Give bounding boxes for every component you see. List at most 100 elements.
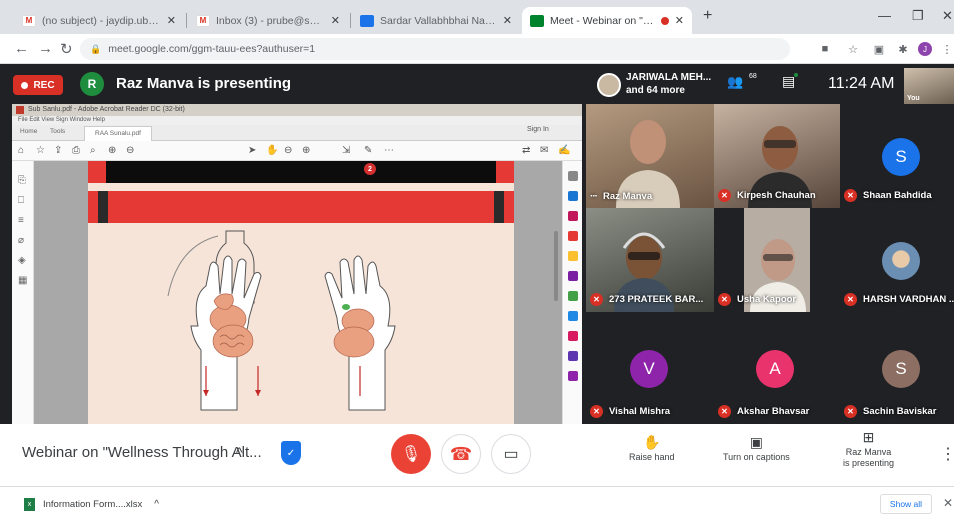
camera-toggle-button[interactable]: ▭ [491,434,531,474]
more-options-icon[interactable]: ··· [590,191,598,202]
mic-off-icon: ✕ [844,405,857,418]
share-icon: ⇄ [522,145,531,156]
extension-icon[interactable]: ▣ [872,42,886,56]
pdf-scrollbar[interactable] [554,231,558,301]
close-window-button[interactable]: ✕ [942,8,953,24]
acrobat-tabs: Home Tools RAA Sunalu.pdf [12,125,582,141]
sign-icon: ✍ [558,145,571,156]
forward-button[interactable]: → [38,40,53,57]
pages-icon: ⎘ [18,175,26,186]
star-icon: ☆ [36,145,45,156]
pdf-page: 2 [88,161,514,424]
close-tab-icon[interactable]: ✕ [331,14,340,27]
close-tab-icon[interactable]: ✕ [167,14,176,27]
url-text: meet.google.com/ggm-tauu-ees?authuser=1 [108,43,316,55]
participant-name: Akshar Bhavsar [737,406,810,417]
comment-tool-icon [568,251,578,261]
raise-hand-button[interactable]: ✋ Raise hand [629,435,675,463]
browser-tab[interactable]: M Inbox (3) - prube@scet.ac.in - S... ✕ [188,7,348,34]
chevron-up-icon[interactable]: ^ [154,499,159,510]
participants-avatar[interactable] [597,73,621,97]
mic-off-icon: ✕ [718,189,731,202]
participant-tile[interactable]: ✕ Usha Kapoor [714,208,840,312]
camera-permission-icon[interactable]: ■ [818,42,832,56]
comment-icon: ✎ [364,145,373,156]
reload-button[interactable]: ↻ [60,40,73,58]
acrobat-sign-in: Sign In [527,126,549,133]
browser-tab-active[interactable]: Meet - Webinar on "Welln... ✕ [522,7,692,34]
edit-tool-icon [568,231,578,241]
recording-badge: REC [13,75,63,95]
show-all-button[interactable]: Show all [880,494,932,514]
download-item[interactable]: x Information Form....xlsx ^ [24,498,159,511]
new-tab-button[interactable]: + [703,7,712,25]
participant-name-row: ✕ 273 PRATEEK BAR... [590,293,703,306]
mic-off-icon: ✕ [718,405,731,418]
tab-title: Inbox (3) - prube@scet.ac.in - S... [216,14,325,27]
puzzle-extensions-icon[interactable]: ✱ [896,42,910,56]
participant-tile[interactable]: ··· Raz Manva [586,104,714,208]
self-label: You [907,95,920,102]
participant-name-row: ✕ Usha Kapoor [718,293,796,306]
print-icon: ⎙ [72,145,80,156]
search-tool-icon [568,171,578,181]
close-icon[interactable]: ✕ [943,496,953,510]
acrobat-left-rail: ⎘ ⎕ ≡ ⌀ ◈ ▦ [12,161,34,424]
more-tools-icon: ⋯ [384,145,394,156]
shared-screen[interactable]: Sub Sanlu.pdf - Adobe Acrobat Reader DC … [12,104,582,424]
participant-name-row: ✕ HARSH VARDHAN ... [844,293,954,306]
participants-summary[interactable]: JARIWALA MEH... and 64 more [626,71,711,97]
participant-tile[interactable]: S ✕ Shaan Bahdida [840,104,954,208]
browser-tab[interactable]: Sardar Vallabhbhai National Inst... ✕ [352,7,520,34]
participant-name: Raz Manva [603,191,653,202]
more-options-icon[interactable]: ⋮ [940,444,954,464]
meeting-title[interactable]: Webinar on "Wellness Through Alt... [22,444,262,461]
participant-tile[interactable]: V ✕ Vishal Mishra [586,312,714,424]
profile-avatar[interactable]: J [918,42,932,56]
people-icon[interactable]: 👥 [727,74,743,90]
browser-tab[interactable]: M (no subject) - jaydip.ube@gmai... ✕ [14,7,184,34]
chat-icon[interactable]: ▤ [782,73,799,90]
participant-tile[interactable]: ✕ 273 PRATEEK BAR... [586,208,714,312]
mic-toggle-button[interactable]: 🎙 [391,434,431,474]
chevron-up-icon[interactable]: ^ [236,444,243,460]
mic-off-icon: ✕ [844,293,857,306]
participant-tile[interactable]: ✕ HARSH VARDHAN ... [840,208,954,312]
self-view-tile[interactable]: You [904,68,954,104]
participant-tile[interactable]: ✕ Kirpesh Chauhan [714,104,840,208]
mic-off-icon: ✕ [590,293,603,306]
captions-label: Turn on captions [723,452,790,462]
acrobat-right-rail [562,161,582,424]
down-icon: ⊖ [126,145,135,156]
back-button[interactable]: ← [14,40,29,57]
browser-menu-icon[interactable]: ⋮ [940,42,954,56]
shield-icon[interactable]: ✓ [281,441,301,465]
present-screen-icon: ⊞ [862,429,875,445]
minimize-button[interactable]: — [878,8,891,23]
restore-button[interactable]: ❐ [912,8,924,24]
presenter-avatar: R [80,72,104,96]
recording-indicator-icon [660,16,669,25]
address-bar-row: ← → ↻ 🔒 meet.google.com/ggm-tauu-ees?aut… [0,34,954,64]
url-bar[interactable]: 🔒 meet.google.com/ggm-tauu-ees?authuser=… [80,38,790,60]
mic-off-icon: 🎙 [400,446,422,463]
rec-label: REC [33,79,55,91]
raise-hand-label: Raise hand [629,452,675,462]
home-icon: ⌂ [18,145,25,156]
participants-line1: JARIWALA MEH... [626,72,712,83]
leave-call-button[interactable]: ☎ [441,434,481,474]
participant-tile[interactable]: A ✕ Akshar Bhavsar [714,312,840,424]
more-tool-icon [568,371,578,381]
zoom-in-icon: ⊕ [302,145,311,156]
layers-icon: ≡ [18,215,24,226]
close-tab-icon[interactable]: ✕ [503,14,512,27]
captions-button[interactable]: ▣ Turn on captions [723,435,790,463]
bookmark-star-icon[interactable]: ☆ [846,42,860,56]
close-tab-icon[interactable]: ✕ [675,14,684,27]
participant-tile[interactable]: S ✕ Sachin Baviskar [840,312,954,424]
participant-avatar: A [756,350,794,388]
browser-tab-bar: M (no subject) - jaydip.ube@gmai... ✕ M … [0,0,954,34]
up-icon: ⊕ [108,145,117,156]
acrobat-tab-tools: Tools [50,128,66,135]
presenting-button[interactable]: ⊞ Raz Manva is presenting [843,429,894,469]
